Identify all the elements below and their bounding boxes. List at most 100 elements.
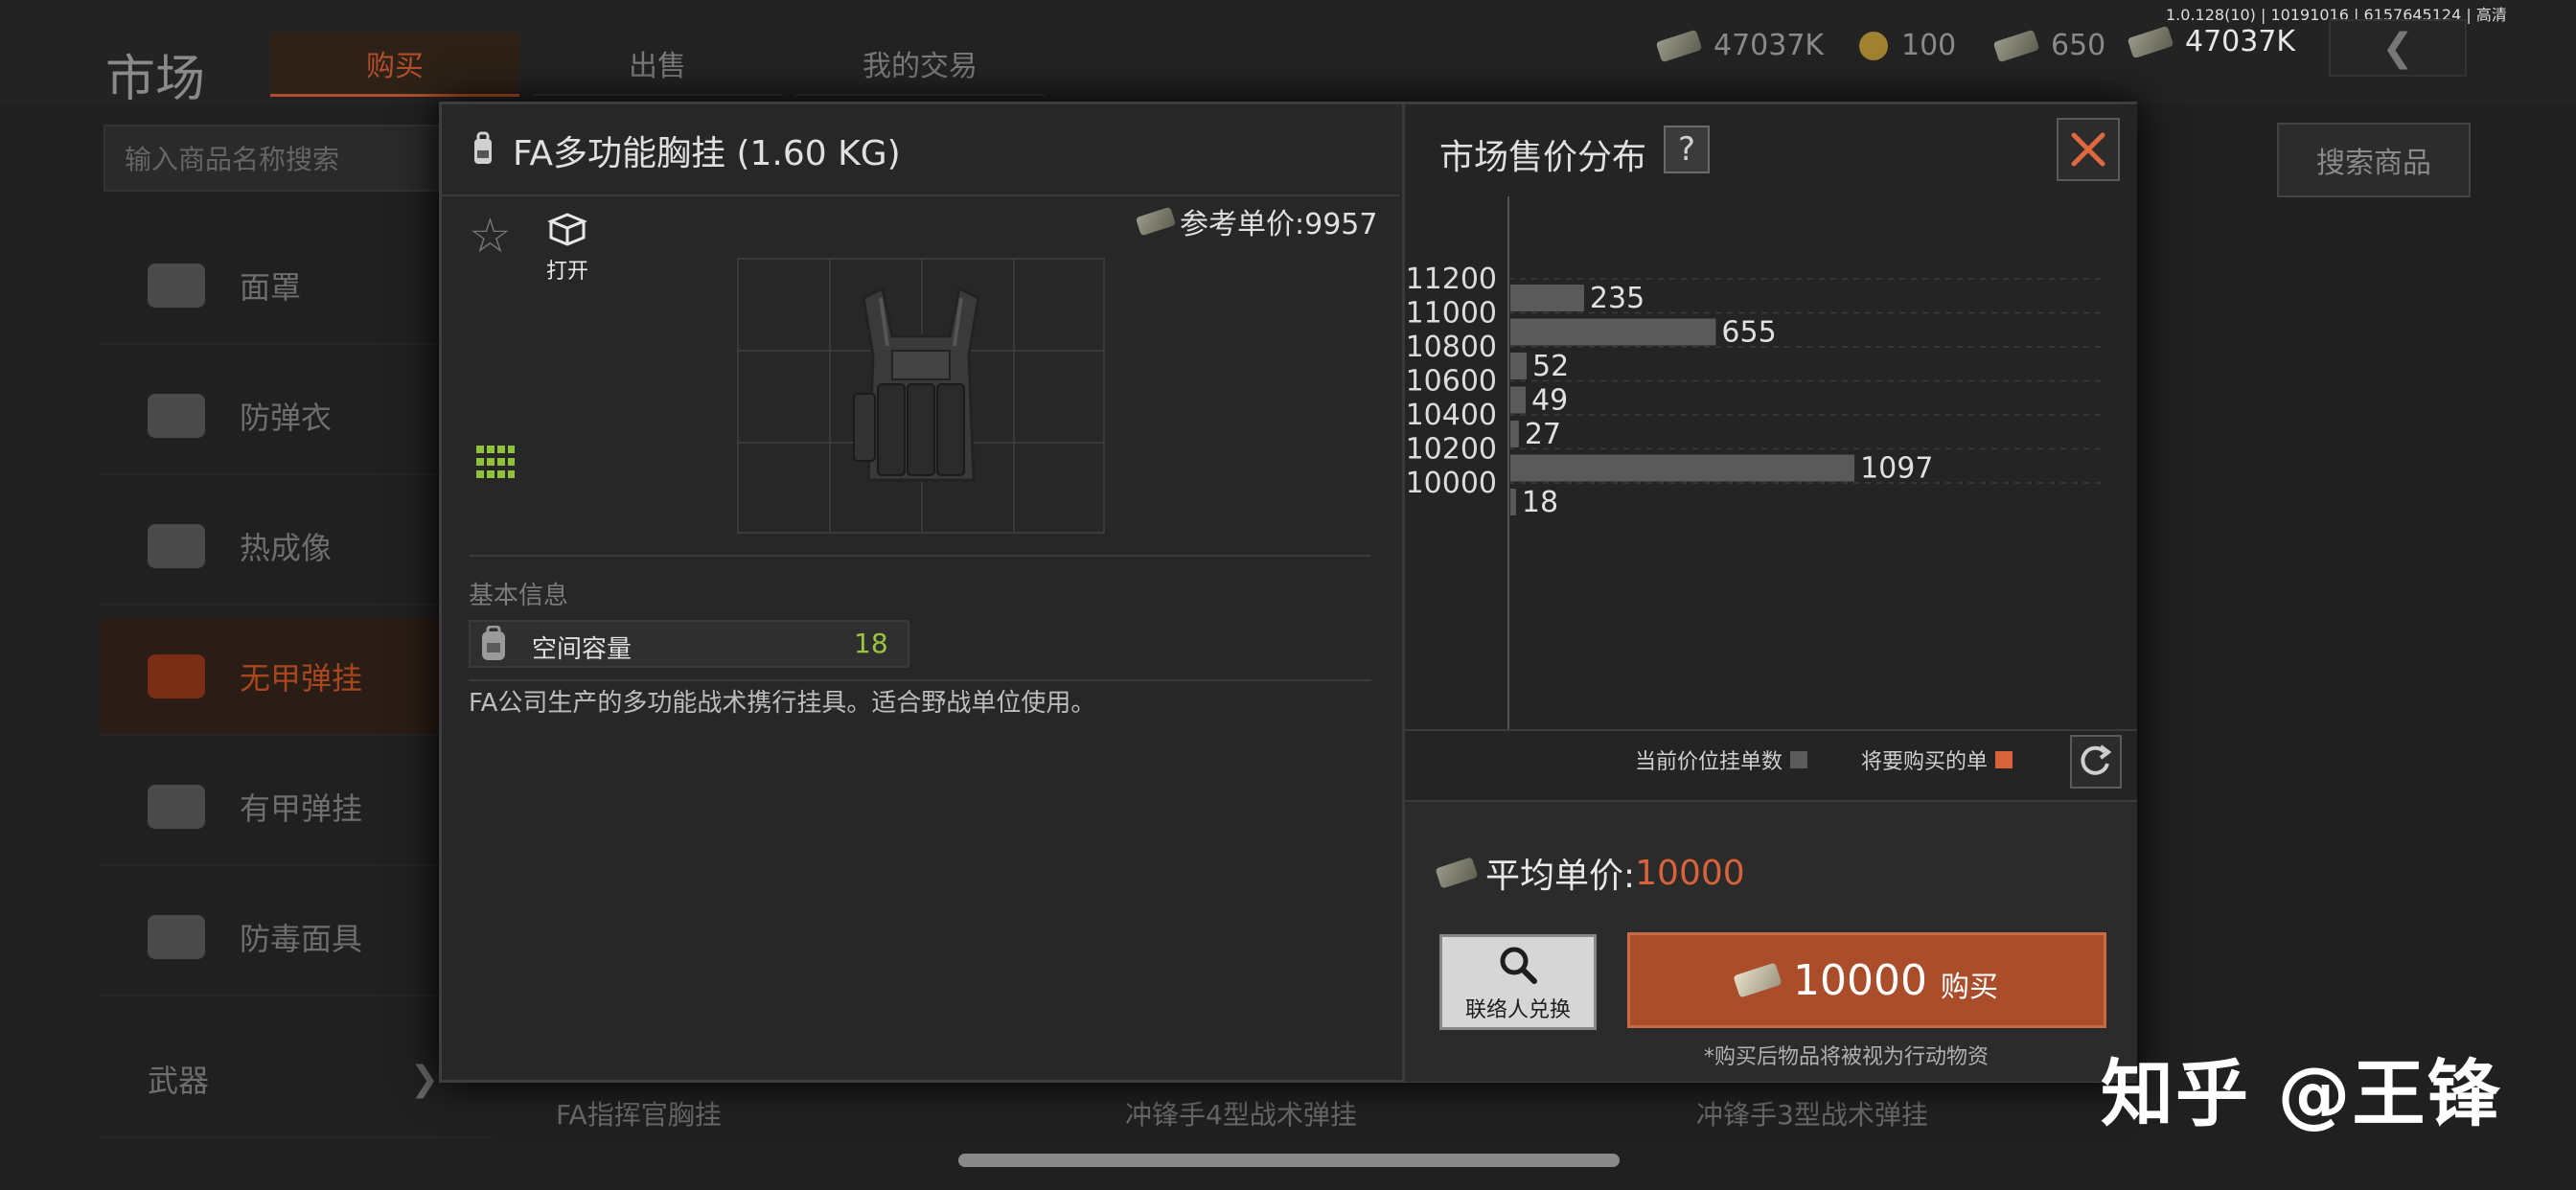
- currency-coin: 100: [1859, 29, 1956, 62]
- currency-cash-main: 47037K: [2127, 25, 2295, 58]
- rig-icon: [148, 654, 205, 698]
- chart-bar-label: 655: [1721, 316, 1776, 350]
- legend-to-buy-label: 将要购买的单: [1861, 750, 1989, 774]
- backpack-icon: [474, 131, 492, 164]
- price-distribution-chart: 11200110001080010600104001020010000 235 65…: [1406, 196, 2104, 729]
- page-title: 市场: [105, 51, 206, 108]
- sidebar-item-label: 面罩: [240, 269, 302, 306]
- refresh-button[interactable]: [2070, 735, 2122, 789]
- item-details-pane: FA多功能胸挂 (1.60 KG) ☆ 打开 参考单价:9957 基本信息 空间…: [442, 104, 1400, 1080]
- card-title: 冲锋手3型战术弹挂: [1696, 1099, 1928, 1131]
- currency-stack: 650: [1992, 29, 2106, 62]
- chart-bar: [1510, 353, 1528, 379]
- currency-coin-value: 100: [1901, 29, 1957, 62]
- close-button[interactable]: [2057, 118, 2120, 181]
- chart-bar-label: 235: [1590, 282, 1644, 315]
- cash-icon: [2127, 25, 2174, 58]
- sidebar-item-mask[interactable]: 面罩: [100, 228, 493, 345]
- item-inventory-grid: [737, 258, 1105, 534]
- stat-value: 18: [854, 628, 888, 659]
- currency-cash: 47037K: [1655, 29, 1825, 62]
- chevron-right-icon: ❯: [410, 1059, 440, 1099]
- contact-exchange-button[interactable]: 联络人兑换: [1439, 934, 1597, 1030]
- chart-bar: [1510, 318, 1716, 346]
- gasmask-icon: [148, 915, 205, 959]
- sidebar-item-gasmask[interactable]: 防毒面具: [100, 880, 493, 996]
- home-indicator[interactable]: [958, 1154, 1620, 1167]
- chart-bar-label: 18: [1522, 486, 1558, 519]
- grid-view-icon[interactable]: [476, 446, 515, 478]
- stat-row-capacity: 空间容量 18: [469, 620, 909, 668]
- purchase-area: 平均单价: 10000 联络人兑换 10000 购买 *购买后物品将被视为行动物…: [1405, 800, 2137, 1082]
- mask-icon: [148, 263, 205, 308]
- chart-bar-label: 49: [1531, 384, 1568, 418]
- chart-legend: 当前价位挂单数 将要购买的单: [1635, 744, 2013, 775]
- item-header: FA多功能胸挂 (1.60 KG): [442, 104, 1400, 196]
- sidebar-item-weapons[interactable]: 武器 ❯: [100, 1021, 493, 1138]
- tab-sell[interactable]: 出售: [533, 33, 782, 96]
- sidebar-item-rig[interactable]: 无甲弹挂: [100, 619, 493, 736]
- distribution-title: 市场售价分布: [1439, 138, 1647, 177]
- currency-cash-value: 47037K: [1714, 29, 1825, 62]
- chart-tick-label: 11200: [1406, 263, 1497, 296]
- search-icon: [1500, 947, 1537, 984]
- average-price-value: 10000: [1635, 853, 1745, 893]
- cash-stack-icon: [1992, 29, 2040, 62]
- refresh-icon: [2081, 744, 2112, 775]
- currency-stack-value: 650: [2051, 29, 2106, 62]
- help-button[interactable]: ?: [1664, 126, 1710, 173]
- sidebar-item-label: 防毒面具: [240, 921, 363, 957]
- cash-icon: [1435, 857, 1479, 889]
- sidebar-item-armor[interactable]: 防弹衣: [100, 358, 493, 475]
- chevron-left-icon: ❮: [2381, 26, 2414, 70]
- market-distribution-pane: 市场售价分布 ? 11200 11000 10800 10600 10400 10200 1…: [1402, 104, 2137, 1082]
- item-title: FA多功能胸挂 (1.60 KG): [513, 134, 901, 173]
- chart-bar: [1510, 386, 1527, 414]
- backpack-icon: [482, 626, 505, 660]
- coin-icon: [1859, 31, 1888, 60]
- search-input[interactable]: 输入商品名称搜索: [104, 125, 487, 192]
- chart-bar: [1510, 489, 1516, 515]
- contact-exchange-label: 联络人兑换: [1464, 998, 1571, 1022]
- sidebar-item-label: 热成像: [240, 530, 333, 566]
- buy-amount: 10000: [1793, 955, 1927, 1005]
- chart-bar-label: 1097: [1860, 452, 1933, 486]
- sidebar-item-label: 无甲弹挂: [240, 660, 363, 697]
- watermark: 知乎 @王锋: [2101, 1051, 2502, 1136]
- cash-icon: [1135, 206, 1177, 237]
- back-button[interactable]: ❮: [2329, 19, 2467, 77]
- item-purchase-modal: FA多功能胸挂 (1.60 KG) ☆ 打开 参考单价:9957 基本信息 空间…: [439, 102, 2137, 1083]
- favorite-star-icon[interactable]: ☆: [469, 212, 512, 260]
- sidebar-item-label: 有甲弹挂: [240, 790, 363, 827]
- chart-bar-label: 27: [1525, 418, 1561, 451]
- sidebar-item-label: 防弹衣: [240, 400, 333, 436]
- cash-icon: [1655, 29, 1703, 62]
- divider: [469, 555, 1371, 557]
- buy-button[interactable]: 10000 购买: [1627, 932, 2106, 1028]
- chart-tick-label: 10600: [1406, 365, 1497, 399]
- tab-buy[interactable]: 购买: [270, 33, 519, 97]
- box-open-icon: [547, 213, 587, 246]
- chart-tick-label: 10200: [1406, 433, 1497, 467]
- chest-rig-image: [853, 286, 980, 482]
- open-label: 打开: [545, 260, 588, 284]
- card-title: FA指挥官胸挂: [556, 1099, 722, 1131]
- search-button[interactable]: 搜索商品: [2277, 123, 2471, 197]
- buy-label: 购买: [1940, 971, 1998, 1004]
- chart-bar-label: 52: [1532, 350, 1569, 383]
- divider: [469, 679, 1371, 681]
- chart-bar: [1510, 421, 1519, 447]
- chart-tick-label: 10000: [1406, 467, 1497, 500]
- average-price: 平均单价: 10000: [1435, 848, 1745, 898]
- sidebar-item-armored-rig[interactable]: 有甲弹挂: [100, 749, 493, 866]
- tab-my-trades[interactable]: 我的交易: [795, 33, 1045, 96]
- chart-tick-label: 10800: [1406, 331, 1497, 364]
- divider: [1405, 729, 2137, 731]
- chart-tick-label: 10400: [1406, 399, 1497, 432]
- chart-bar: [1510, 454, 1855, 482]
- open-button[interactable]: 打开: [534, 212, 601, 288]
- chart-bar: [1510, 285, 1584, 311]
- legend-current-swatch: [1790, 751, 1808, 768]
- sidebar-item-thermal[interactable]: 热成像: [100, 489, 493, 606]
- buy-note: *购买后物品将被视为行动物资: [1704, 1045, 1990, 1069]
